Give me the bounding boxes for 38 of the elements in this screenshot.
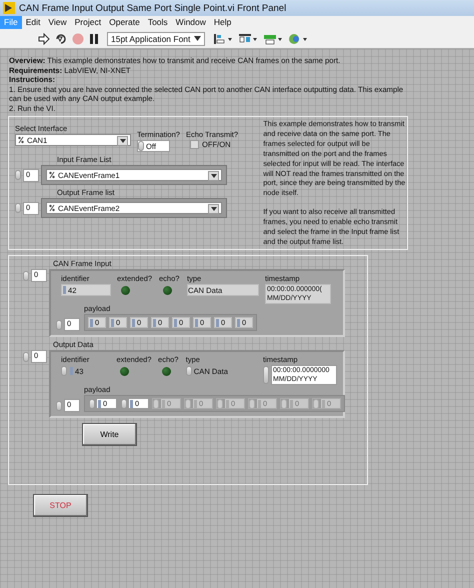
spin-arrows-icon[interactable] [56, 320, 62, 330]
write-button[interactable]: Write [82, 423, 137, 446]
spin-arrows-icon[interactable] [89, 398, 95, 408]
run-continuously-icon[interactable] [55, 32, 67, 44]
dropdown-arrow-icon[interactable] [117, 136, 128, 146]
menu-item[interactable]: Tools [144, 16, 172, 29]
spin-arrows-icon[interactable] [23, 270, 29, 280]
ring-icon [18, 136, 24, 144]
spin-arrows-icon[interactable] [56, 400, 62, 410]
abort-icon[interactable] [72, 32, 84, 44]
pause-icon[interactable] [89, 32, 99, 44]
resize-icon[interactable] [263, 32, 283, 44]
align-icon[interactable] [213, 32, 233, 44]
caret-icon[interactable] [194, 36, 201, 41]
app-icon [3, 2, 15, 14]
menu-item[interactable]: Help [210, 16, 236, 29]
menu-item[interactable]: Project [70, 16, 106, 29]
spin-arrows-icon[interactable] [121, 398, 127, 408]
menu-item[interactable]: View [44, 16, 71, 29]
spin-arrows-icon[interactable] [138, 141, 144, 151]
spin-arrows-icon[interactable] [15, 170, 21, 180]
spin-arrows-icon[interactable] [262, 366, 269, 384]
menu-item[interactable]: Operate [105, 16, 144, 29]
menu-item[interactable]: Edit [22, 16, 44, 29]
run-arrow-icon[interactable] [38, 32, 50, 44]
distribute-icon[interactable] [238, 32, 258, 44]
spin-arrows-icon[interactable] [186, 366, 192, 376]
window-title: CAN Frame Input Output Same Port Single Point.vi Front Panel [19, 2, 286, 14]
reorder-icon[interactable] [288, 32, 308, 44]
menu-item[interactable]: Window [172, 16, 210, 29]
spin-arrows-icon[interactable] [61, 366, 67, 376]
ring-icon [49, 171, 55, 179]
font-dropdown[interactable]: 15pt Application Font [107, 32, 205, 46]
dropdown-arrow-icon[interactable] [208, 204, 219, 214]
spin-arrows-icon[interactable] [23, 352, 29, 362]
ring-icon [49, 204, 55, 212]
dropdown-arrow-icon[interactable] [208, 171, 219, 181]
spin-arrows-icon[interactable] [15, 203, 21, 213]
